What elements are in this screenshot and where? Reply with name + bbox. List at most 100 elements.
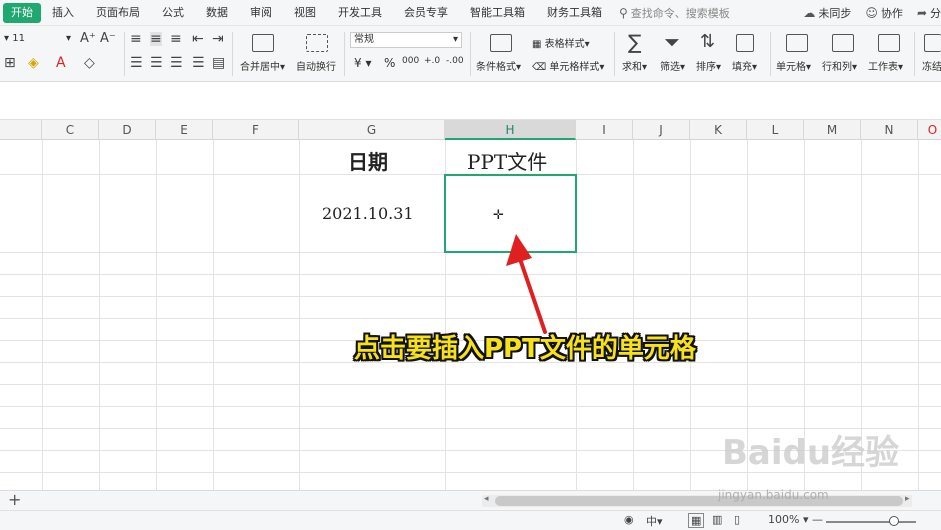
decrease-font-icon[interactable]: A⁻ <box>100 32 116 46</box>
page-break-view-icon[interactable]: ▯ <box>734 513 740 526</box>
command-search[interactable]: ⚲ 查找命令、搜索模板 <box>619 5 730 21</box>
eye-protect-icon[interactable]: ◉ <box>624 513 634 526</box>
freeze-button[interactable]: 冻结 <box>922 58 941 73</box>
chevron-down-icon[interactable]: ▾ <box>66 33 71 44</box>
border-icon[interactable]: ⊞ <box>4 56 16 70</box>
column-header-b[interactable] <box>0 120 42 140</box>
distribute-icon[interactable]: ▤ <box>212 56 225 70</box>
normal-view-icon[interactable]: ▦ <box>688 513 705 528</box>
sum-button[interactable]: 求和▾ <box>622 58 647 73</box>
tab-home[interactable]: 开始 <box>3 2 41 23</box>
cell-h1-ppt-header[interactable]: PPT文件 <box>467 146 547 175</box>
filter-button[interactable]: 筛选▾ <box>660 58 685 73</box>
column-header-f[interactable]: F <box>213 120 299 140</box>
thousands-button[interactable]: 000 <box>402 56 419 66</box>
cell-icon <box>786 34 808 52</box>
column-header-i[interactable]: I <box>576 120 633 140</box>
zoom-slider-handle[interactable] <box>889 516 899 526</box>
zoom-value: 100% <box>768 513 800 526</box>
tab-view[interactable]: 视图 <box>283 3 327 23</box>
column-header-e[interactable]: E <box>156 120 213 140</box>
status-bar: ◉ 中▾ ▦ ▥ ▯ 100% ▾ — <box>0 510 941 530</box>
worksheet-button[interactable]: 工作表▾ <box>868 58 903 73</box>
font-color-icon[interactable]: A <box>56 56 66 70</box>
sort-button[interactable]: 排序▾ <box>696 58 721 73</box>
column-header-n[interactable]: N <box>861 120 918 140</box>
decimal-increase-button[interactable]: +.0 <box>424 56 440 66</box>
tab-data[interactable]: 数据 <box>195 3 239 23</box>
increase-font-icon[interactable]: A⁺ <box>80 32 96 46</box>
wrap-text-icon <box>306 34 328 52</box>
indent-increase-icon[interactable]: ⇥ <box>212 32 224 46</box>
tab-page-layout[interactable]: 页面布局 <box>85 3 151 23</box>
align-middle-icon[interactable]: ≡ <box>150 32 162 46</box>
percent-button[interactable]: % <box>384 56 395 70</box>
table-style-button[interactable]: ▦ 表格样式▾ <box>532 35 590 50</box>
share-icon: ➦ <box>916 6 927 20</box>
tab-developer[interactable]: 开发工具 <box>327 3 393 23</box>
scroll-left-icon[interactable]: ◂ <box>484 494 489 504</box>
cell-g2-date-value[interactable]: 2021.10.31 <box>322 204 414 223</box>
share-button[interactable]: ➦ 分 <box>917 5 941 21</box>
formula-bar-area[interactable] <box>0 82 941 120</box>
cell-style-label: 单元格样式 <box>549 62 600 73</box>
clear-format-icon[interactable]: ◇ <box>84 56 95 70</box>
horizontal-scrollbar-thumb[interactable] <box>495 496 903 506</box>
tab-insert[interactable]: 插入 <box>41 3 85 23</box>
tab-member[interactable]: 会员专享 <box>393 3 459 23</box>
column-header-d[interactable]: D <box>99 120 156 140</box>
column-header-m[interactable]: M <box>804 120 861 140</box>
conditional-format-button[interactable]: 条件格式▾ <box>476 58 521 73</box>
merge-center-label: 合并居中 <box>240 62 280 73</box>
align-bottom-icon[interactable]: ≡ <box>170 32 182 46</box>
zoom-level[interactable]: 100% ▾ <box>768 513 808 526</box>
indent-decrease-icon[interactable]: ⇤ <box>192 32 204 46</box>
row-col-button[interactable]: 行和列▾ <box>822 58 857 73</box>
font-size-dropdown[interactable]: ▾ 11 <box>4 33 25 44</box>
cell-g1-date-header[interactable]: 日期 <box>348 146 388 175</box>
cell-style-button[interactable]: ⌫ 单元格样式▾ <box>532 58 604 73</box>
tab-finance-tools[interactable]: 财务工具箱 <box>536 3 613 23</box>
tab-smart-tools[interactable]: 智能工具箱 <box>459 3 536 23</box>
tab-formulas[interactable]: 公式 <box>151 3 195 23</box>
sort-icon: ⇅ <box>700 31 716 52</box>
tab-review[interactable]: 审阅 <box>239 3 283 23</box>
column-header-l[interactable]: L <box>747 120 804 140</box>
scroll-right-icon[interactable]: ▸ <box>905 494 910 504</box>
currency-button[interactable]: ¥ ▾ <box>354 56 371 70</box>
wrap-text-button[interactable]: 自动换行 <box>296 58 336 73</box>
cell-label: 单元格 <box>776 62 806 73</box>
input-method-icon[interactable]: 中▾ <box>646 513 663 529</box>
merge-center-button[interactable]: 合并居中▾ <box>240 58 285 73</box>
fill-label: 填充 <box>732 62 752 73</box>
decimal-decrease-button[interactable]: -.00 <box>446 56 464 66</box>
cell-cursor-icon: ✛ <box>493 208 504 223</box>
search-placeholder: 查找命令、搜索模板 <box>630 6 730 20</box>
align-left-icon[interactable]: ☰ <box>130 56 143 70</box>
table-style-label: 表格样式 <box>544 39 585 50</box>
column-header-h[interactable]: H <box>445 120 576 140</box>
fill-color-icon[interactable]: ◈ <box>28 56 39 70</box>
worksheet-label: 工作表 <box>868 62 898 73</box>
align-center-icon[interactable]: ☰ <box>150 56 163 70</box>
sync-status[interactable]: ☁ 未同步 <box>803 5 851 21</box>
column-header-o[interactable]: O <box>918 120 941 140</box>
selected-cell-h2[interactable] <box>444 174 577 253</box>
column-header-j[interactable]: J <box>633 120 690 140</box>
add-sheet-button[interactable]: + <box>8 491 21 509</box>
column-header-g[interactable]: G <box>299 120 445 140</box>
user-icon: ☺ <box>865 6 878 20</box>
column-header-c[interactable]: C <box>42 120 99 140</box>
page-layout-view-icon[interactable]: ▥ <box>712 513 722 526</box>
column-header-k[interactable]: K <box>690 120 747 140</box>
number-format-value: 常规 <box>354 34 374 45</box>
collab-button[interactable]: ☺ 协作 <box>865 5 903 21</box>
align-right-icon[interactable]: ☰ <box>170 56 183 70</box>
zoom-slider[interactable] <box>826 521 916 523</box>
fill-button[interactable]: 填充▾ <box>732 58 757 73</box>
cell-button[interactable]: 单元格▾ <box>776 58 811 73</box>
align-top-icon[interactable]: ≡ <box>130 32 142 46</box>
justify-icon[interactable]: ☰ <box>192 56 205 70</box>
number-format-select[interactable]: 常规 ▾ <box>350 32 462 48</box>
zoom-out-button[interactable]: — <box>812 513 823 526</box>
